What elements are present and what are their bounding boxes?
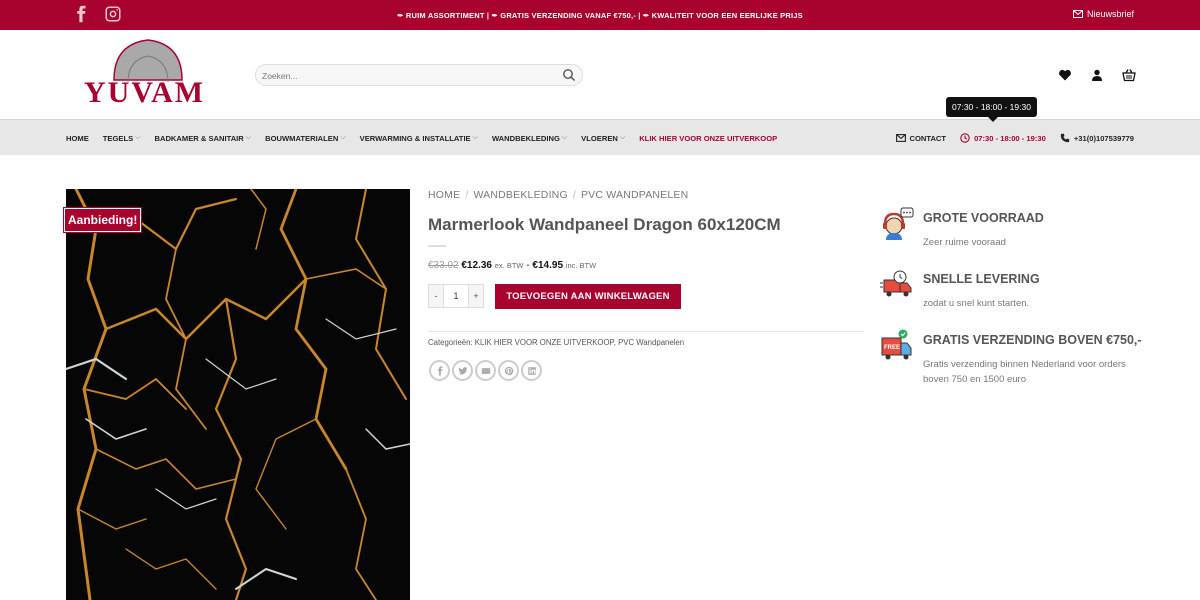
feature-description: zodat u snel kunt starten. (923, 298, 1030, 309)
nav-item-uitverkoop[interactable]: KLIK HIER VOOR ONZE UITVERKOOP (639, 134, 777, 143)
breadcrumb-separator: / (572, 189, 576, 201)
quantity-stepper: - 1 + (428, 284, 484, 308)
chevron-down-icon: ⌵ (561, 134, 568, 141)
quantity-input[interactable]: 1 (443, 285, 469, 307)
phone-link[interactable]: +31(0)107539779 (1060, 133, 1134, 143)
chevron-down-icon: ⌵ (245, 134, 252, 141)
share-linkedin-button[interactable] (521, 360, 542, 381)
breadcrumb: HOME / WANDBEKLEDING / PVC WANDPANELEN (428, 189, 688, 201)
price-separator: - (526, 260, 530, 271)
free-shipping-truck-icon: FREE (881, 329, 912, 360)
header-icons (1058, 68, 1136, 82)
feature-title: GROTE VOORRAAD (923, 211, 1044, 225)
contact-link[interactable]: CONTACT (895, 133, 947, 143)
phone-icon (1060, 133, 1070, 143)
old-price: €33.02 (428, 260, 459, 271)
nav-item-verwarming[interactable]: VERWARMING & INSTALLATIE ⌵ (360, 134, 478, 143)
email-icon (481, 367, 490, 374)
share-buttons (429, 360, 542, 381)
quantity-decrease-button[interactable]: - (429, 285, 443, 307)
feature-title: SNELLE LEVERING (923, 272, 1040, 286)
envelope-icon (1072, 10, 1083, 18)
envelope-icon (895, 134, 906, 142)
section-divider (428, 331, 864, 332)
nav-item-label: TEGELS (102, 133, 134, 143)
nav-item-label: WANDBEKLEDING (491, 133, 560, 143)
facebook-icon (437, 365, 442, 376)
nav-item-label: KLIK HIER VOOR ONZE UITVERKOOP (639, 133, 778, 143)
nav-item-bouwmaterialen[interactable]: BOUWMATERIALEN ⌵ (265, 134, 346, 143)
contact-label: CONTACT (909, 133, 947, 143)
share-twitter-button[interactable] (452, 360, 473, 381)
opening-hours-label: 07:30 - 18:00 - 19:30 (974, 133, 1046, 143)
nav-item-home[interactable]: HOME (66, 134, 89, 143)
breadcrumb-separator: / (465, 189, 469, 201)
nav-item-label: VERWARMING & INSTALLATIE (359, 133, 471, 143)
wishlist-heart-icon[interactable] (1058, 68, 1072, 82)
marble-texture-image (66, 189, 410, 600)
twitter-icon (457, 366, 468, 374)
hours-tooltip: 07:30 - 18:00 - 19:30 (946, 97, 1037, 122)
phone-label: +31(0)107539779 (1073, 133, 1134, 143)
fast-delivery-icon (880, 270, 912, 297)
share-facebook-button[interactable] (429, 360, 450, 381)
support-agent-icon (883, 207, 914, 240)
pinterest-icon (504, 366, 513, 375)
share-pinterest-button[interactable] (498, 360, 519, 381)
newsletter-link[interactable]: Nieuwsbrief (1072, 9, 1134, 19)
ex-vat-label: ex. BTW (494, 261, 524, 270)
nav-item-label: VLOEREN (581, 133, 618, 143)
chevron-down-icon: ⌵ (472, 134, 478, 141)
product-price: €33.02 €12.36 ex. BTW - €14.95 inc. BTW (428, 260, 596, 271)
main-nav: HOME TEGELS ⌵ BADKAMER & SANITAIR ⌵ BOUWMA… (0, 119, 1200, 155)
chevron-down-icon: ⌵ (340, 134, 346, 141)
newsletter-label: Nieuwsbrief (1086, 9, 1134, 19)
add-to-cart-button[interactable]: TOEVOEGEN AAN WINKELWAGEN (495, 284, 681, 309)
feature-title: GRATIS VERZENDING BOVEN €750,- (923, 333, 1142, 347)
nav-item-label: HOME (66, 133, 89, 143)
breadcrumb-wandbekleding[interactable]: WANDBEKLEDING (473, 189, 567, 201)
product-image[interactable] (66, 189, 410, 600)
svg-text:FREE: FREE (884, 345, 900, 351)
breadcrumb-pvc-wandpanelen[interactable]: PVC WANDPANELEN (581, 189, 688, 201)
search-input[interactable] (262, 68, 552, 83)
price-ex-vat: €12.36 (461, 260, 492, 271)
nav-item-vloeren[interactable]: VLOEREN ⌵ (581, 134, 625, 143)
quantity-increase-button[interactable]: + (469, 285, 483, 307)
cart-basket-icon[interactable] (1122, 68, 1136, 82)
feature-description: Zeer ruime vooraad (923, 237, 1006, 248)
nav-contact-info: CONTACT 07:30 - 18:00 - 19:30 +31(0)1075… (895, 120, 1134, 156)
nav-item-badkamer[interactable]: BADKAMER & SANITAIR ⌵ (154, 134, 251, 143)
linkedin-icon (527, 366, 536, 375)
breadcrumb-home[interactable]: HOME (428, 189, 460, 201)
nav-items: HOME TEGELS ⌵ BADKAMER & SANITAIR ⌵ BOUWMA… (66, 120, 791, 156)
share-email-button[interactable] (475, 360, 496, 381)
feature-description: Gratis verzending binnen Nederland voor … (923, 359, 1126, 385)
clock-icon (960, 133, 970, 143)
nav-item-label: BADKAMER & SANITAIR (154, 133, 244, 143)
sale-badge: Aanbieding! (64, 208, 142, 232)
svg-text:YUVAM: YUVAM (84, 76, 205, 108)
inc-vat-label: inc. BTW (565, 261, 597, 270)
nav-item-tegels[interactable]: TEGELS ⌵ (103, 134, 141, 143)
product-title: Marmerlook Wandpaneel Dragon 60x120CM (428, 215, 781, 234)
promo-text: ✒ RUIM ASSORTIMENT | ✒ GRATIS VERZENDING… (397, 11, 803, 20)
price-inc-vat: €14.95 (532, 260, 564, 271)
site-logo[interactable]: YUVAM (84, 38, 212, 109)
product-categories: Categorieën: KLIK HIER VOOR ONZE UITVERK… (428, 338, 685, 347)
opening-hours[interactable]: 07:30 - 18:00 - 19:30 (960, 133, 1046, 143)
top-bar: ✒ RUIM ASSORTIMENT | ✒ GRATIS VERZENDING… (0, 0, 1200, 30)
search-bar (255, 64, 583, 86)
account-user-icon[interactable] (1090, 68, 1104, 82)
nav-item-label: BOUWMATERIALEN (265, 133, 339, 143)
search-icon[interactable] (562, 68, 576, 82)
chevron-down-icon: ⌵ (619, 134, 626, 141)
chevron-down-icon: ⌵ (135, 134, 141, 141)
nav-item-wandbekleding[interactable]: WANDBEKLEDING ⌵ (492, 134, 567, 143)
title-divider (428, 245, 446, 247)
